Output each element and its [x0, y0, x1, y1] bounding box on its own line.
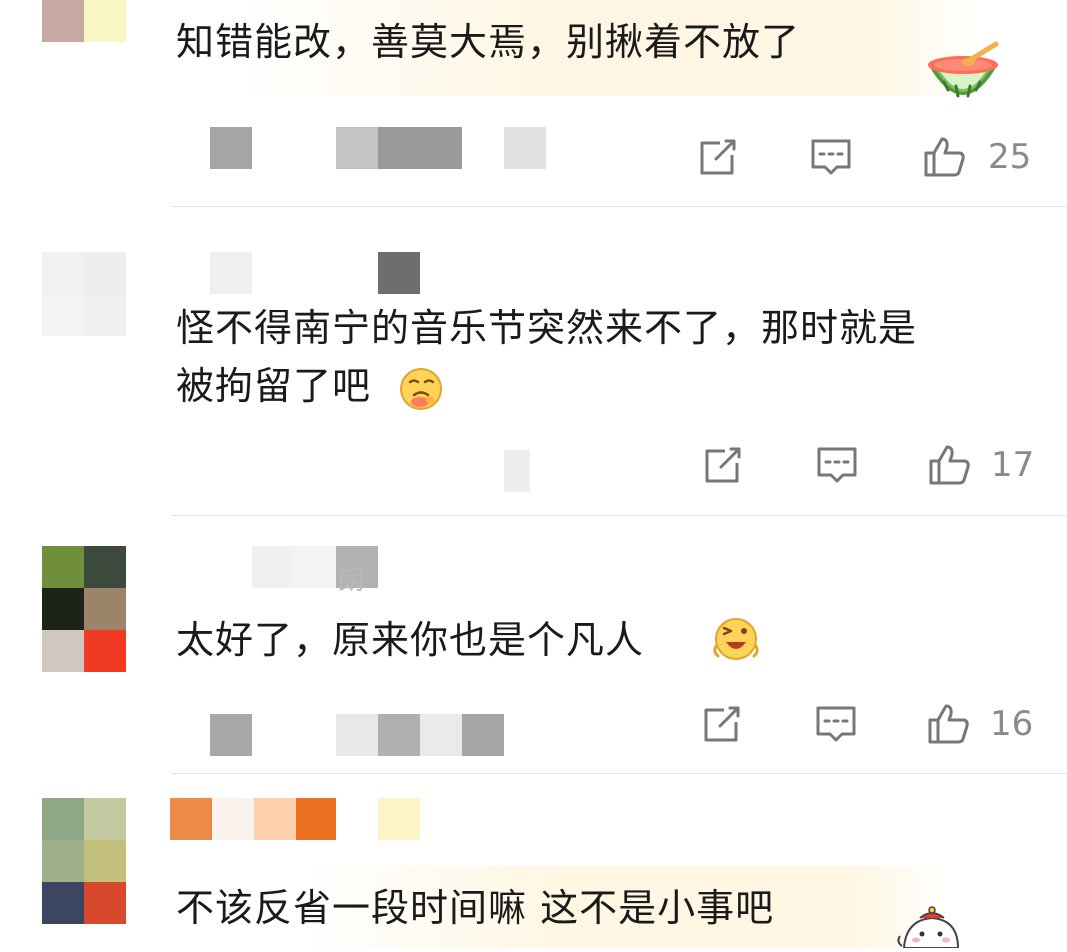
comment-actions: 25: [696, 135, 1036, 181]
thumbs-up-icon[interactable]: [926, 702, 970, 746]
avatar[interactable]: [42, 798, 126, 924]
divider: [172, 206, 1067, 207]
winking-laughing-emoji: [712, 616, 760, 666]
repost-icon[interactable]: [696, 135, 740, 179]
avatar[interactable]: [42, 546, 126, 672]
thumbs-up-icon[interactable]: [922, 135, 966, 179]
avatar[interactable]: [42, 0, 126, 42]
repost-icon[interactable]: [701, 443, 745, 487]
avatar[interactable]: [42, 252, 126, 336]
watermelon-bowl-sticker: [922, 38, 1004, 112]
comment-actions: 16: [700, 702, 1040, 748]
divider: [172, 773, 1067, 774]
reply-icon[interactable]: [814, 702, 858, 746]
username-fragment: 朗: [338, 566, 365, 596]
like-count: 16: [990, 704, 1034, 744]
like-count: 25: [988, 137, 1032, 177]
divider: [172, 515, 1067, 516]
like-count: 17: [991, 445, 1035, 485]
thumbs-up-icon[interactable]: [927, 443, 971, 487]
comment-text: 怪不得南宁的音乐节突然来不了，那时就是: [176, 306, 918, 350]
comment-text: 知错能改，善莫大焉，别揪着不放了: [176, 20, 801, 64]
comment-text: 不该反省一段时间嘛 这不是小事吧: [176, 886, 775, 930]
repost-icon[interactable]: [700, 702, 744, 746]
reply-icon[interactable]: [809, 135, 853, 179]
thinking-face-emoji: [398, 366, 444, 416]
cartoon-character-sticker: [896, 906, 966, 952]
comment-actions: 17: [701, 443, 1041, 489]
comment-text: 太好了，原来你也是个凡人: [176, 618, 645, 662]
comment-text-line2: 被拘留了吧: [176, 364, 372, 408]
reply-icon[interactable]: [815, 443, 859, 487]
